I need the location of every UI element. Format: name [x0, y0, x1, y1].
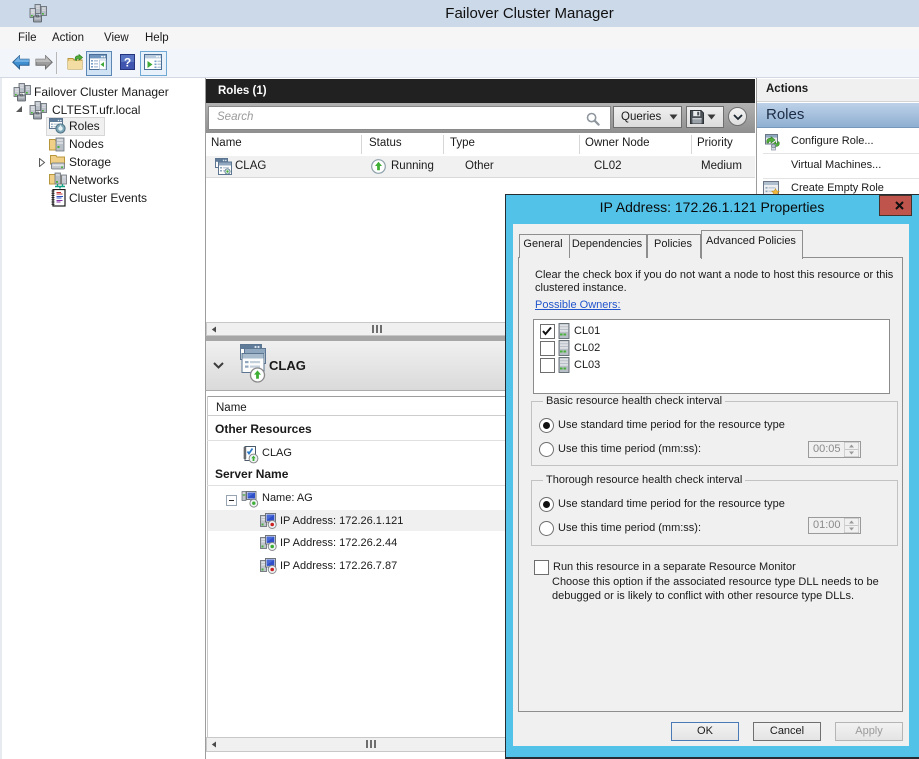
- svg-text:?: ?: [124, 56, 131, 70]
